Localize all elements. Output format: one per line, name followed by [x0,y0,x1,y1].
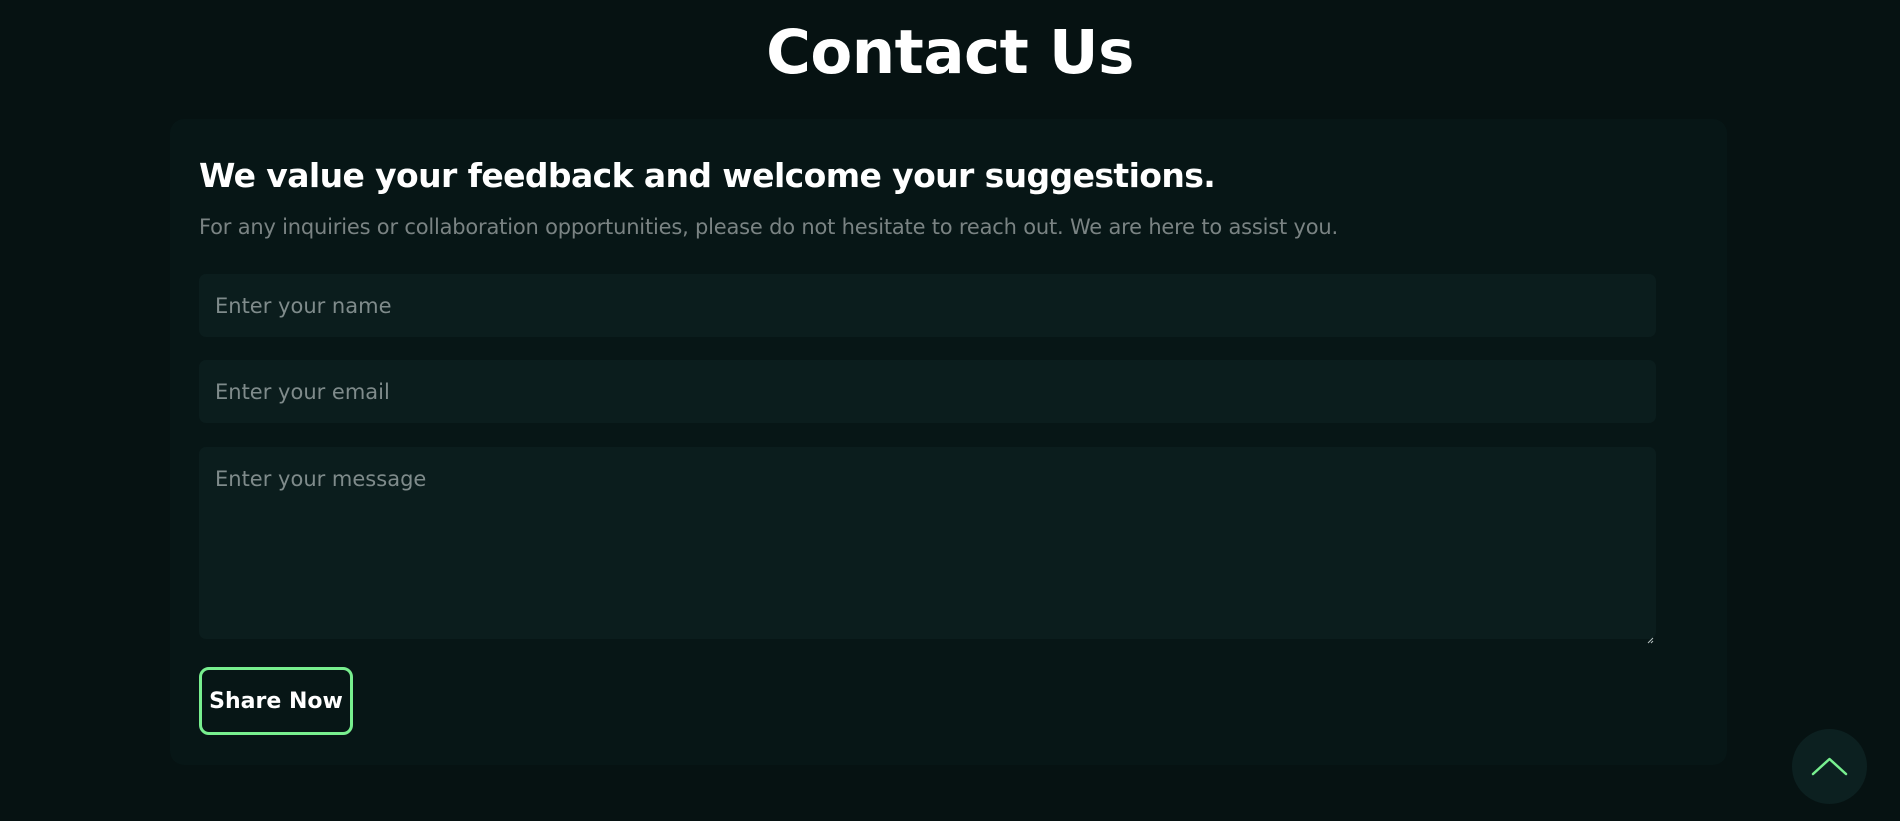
page-title: Contact Us [766,17,1134,88]
share-now-button[interactable]: Share Now [199,667,353,735]
name-input[interactable] [199,274,1656,337]
contact-form-card: We value your feedback and welcome your … [170,119,1727,765]
resize-handle-icon[interactable] [1647,629,1654,644]
chevron-up-icon [1811,757,1848,776]
form-description: For any inquiries or collaboration oppor… [199,215,1338,239]
email-input[interactable] [199,360,1656,423]
message-textarea[interactable] [199,447,1656,639]
scroll-to-top-button[interactable] [1792,729,1867,804]
form-heading: We value your feedback and welcome your … [199,156,1216,195]
